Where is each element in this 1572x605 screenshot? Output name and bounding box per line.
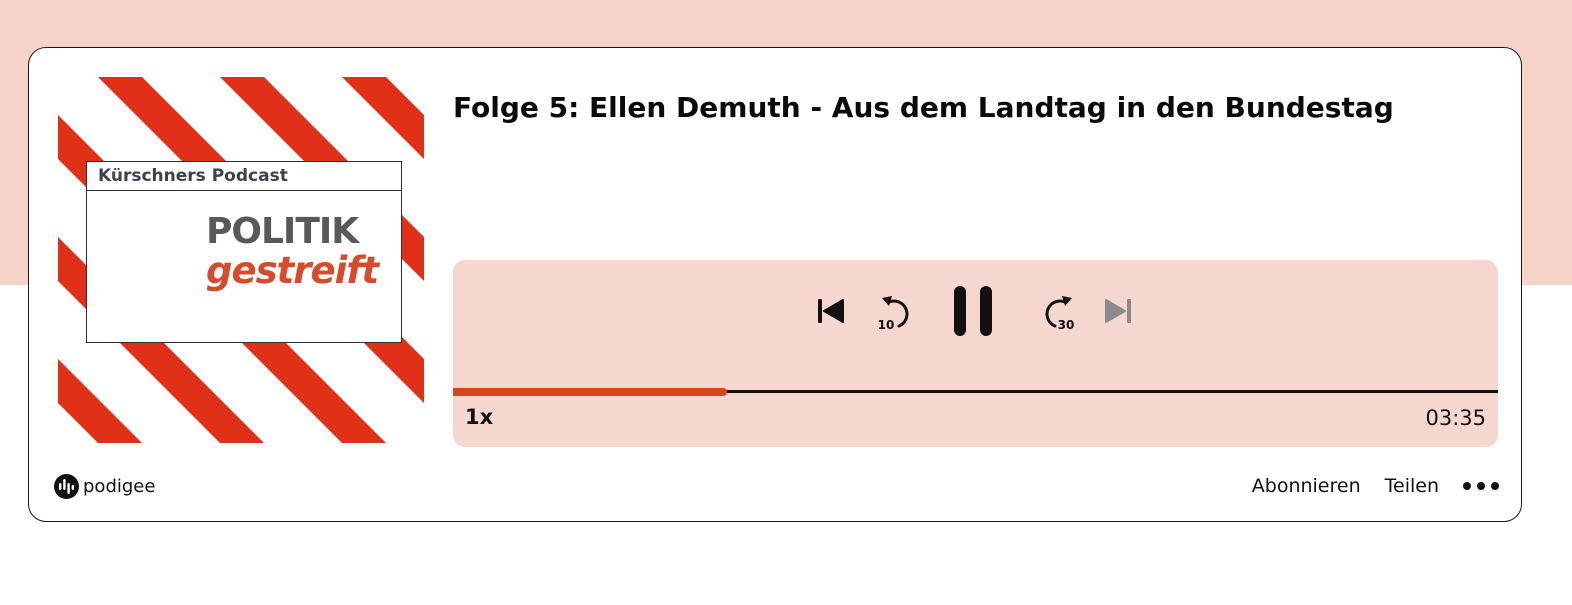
- rewind-seconds-label: 10: [877, 318, 895, 332]
- episode-title: Folge 5: Ellen Demuth - Aus dem Landtag …: [453, 91, 1394, 124]
- skip-previous-icon: [818, 299, 844, 323]
- pause-button[interactable]: [948, 282, 998, 340]
- more-dot: [1463, 482, 1471, 490]
- cover-title-politik: POLITIK: [206, 211, 359, 252]
- progress-fill: [453, 388, 727, 396]
- cover-title-card: Kürschners Podcast POLITIK gestreift: [86, 161, 402, 343]
- skip-next-button[interactable]: [1100, 293, 1136, 329]
- subscribe-button[interactable]: Abonnieren: [1252, 475, 1361, 497]
- podigee-brand-link[interactable]: podigee: [54, 473, 155, 499]
- more-options-button[interactable]: [1463, 476, 1499, 496]
- episode-duration: 03:35: [1425, 406, 1486, 430]
- podcast-player: Kürschners Podcast POLITIK gestreift Fol…: [28, 47, 1522, 522]
- podigee-wordmark: podigee: [83, 475, 156, 497]
- cover-podcast-name: Kürschners Podcast: [87, 162, 401, 191]
- more-dot: [1477, 482, 1485, 490]
- forward-30-button[interactable]: 30: [1033, 290, 1077, 334]
- cover-art: Kürschners Podcast POLITIK gestreift: [58, 77, 424, 443]
- controls-panel: 10 30 1x 03:35: [453, 260, 1498, 447]
- playback-speed-button[interactable]: 1x: [465, 405, 493, 429]
- skip-previous-button[interactable]: [813, 293, 849, 329]
- progress-bar[interactable]: [453, 388, 1498, 396]
- skip-next-icon: [1105, 299, 1131, 323]
- footer-actions: Abonnieren Teilen: [1228, 472, 1499, 500]
- share-button[interactable]: Teilen: [1385, 475, 1439, 497]
- more-dot: [1491, 482, 1499, 490]
- forward-seconds-label: 30: [1057, 318, 1075, 332]
- pause-icon: [954, 286, 992, 336]
- cover-title-gestreift: gestreift: [206, 249, 379, 292]
- podigee-logo-icon: [54, 473, 79, 499]
- rewind-10-button[interactable]: 10: [877, 290, 921, 334]
